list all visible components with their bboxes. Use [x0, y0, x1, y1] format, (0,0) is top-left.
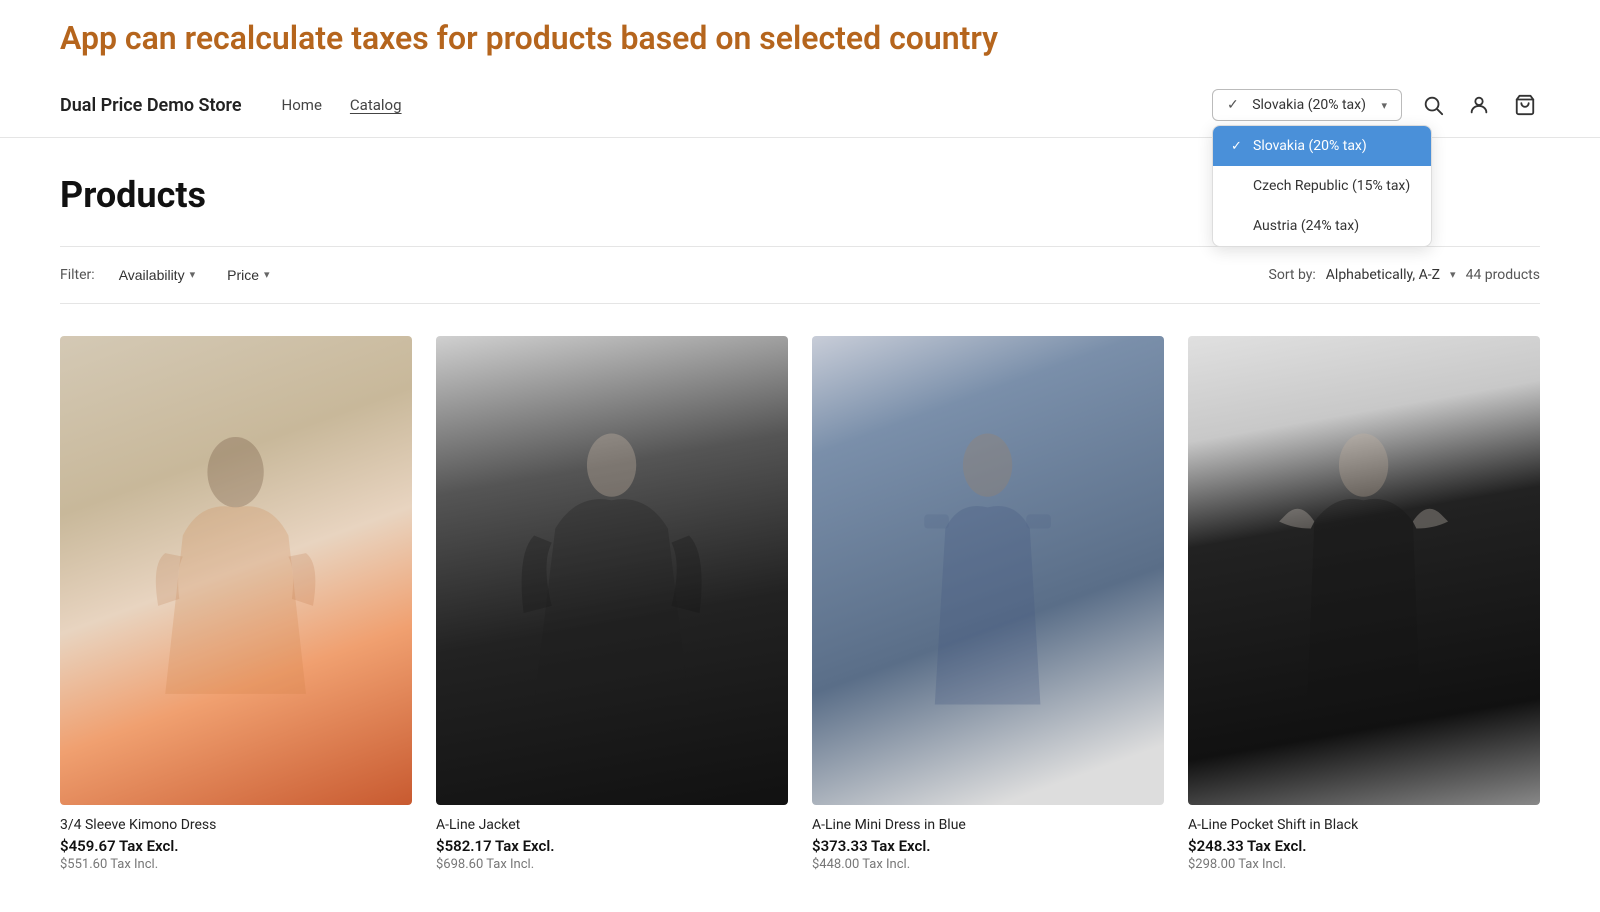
product-grid: 3/4 Sleeve Kimono Dress $459.67 Tax Excl… [60, 336, 1540, 872]
sort-select[interactable]: Alphabetically, A-Z ▾ [1326, 267, 1456, 283]
price-label: Price [227, 267, 259, 283]
product-name-1: A-Line Jacket [436, 817, 788, 833]
check-icon-empty [1231, 179, 1245, 194]
search-button[interactable] [1418, 90, 1448, 120]
product-price-incl-2: $448.00 Tax Incl. [812, 857, 1164, 872]
availability-chevron-icon: ▾ [190, 268, 196, 281]
selected-country: Slovakia (20% tax) [1252, 97, 1366, 113]
dropdown-label-czech: Czech Republic (15% tax) [1253, 178, 1410, 194]
sort-right: Sort by: Alphabetically, A-Z ▾ 44 produc… [1269, 267, 1540, 283]
nav-home[interactable]: Home [282, 96, 322, 114]
product-image-placeholder-3 [1188, 336, 1540, 805]
cart-icon [1514, 94, 1536, 116]
product-price-incl-3: $298.00 Tax Incl. [1188, 857, 1540, 872]
country-selector-wrapper: ✓ Slovakia (20% tax) ▾ ✓ Slovakia (20% t… [1212, 89, 1402, 121]
banner: App can recalculate taxes for products b… [0, 0, 1600, 74]
product-name-3: A-Line Pocket Shift in Black [1188, 817, 1540, 833]
product-name-0: 3/4 Sleeve Kimono Dress [60, 817, 412, 833]
availability-label: Availability [119, 267, 185, 283]
product-card-2[interactable]: A-Line Mini Dress in Blue $373.33 Tax Ex… [812, 336, 1164, 872]
filter-left: Filter: Availability ▾ Price ▾ [60, 263, 278, 287]
product-image-placeholder-1 [436, 336, 788, 805]
store-name[interactable]: Dual Price Demo Store [60, 95, 242, 116]
filter-label: Filter: [60, 267, 95, 283]
product-price-excl-3: $248.33 Tax Excl. [1188, 837, 1540, 855]
price-chevron-icon: ▾ [264, 268, 270, 281]
availability-filter[interactable]: Availability ▾ [111, 263, 203, 287]
dropdown-item-austria[interactable]: Austria (24% tax) [1213, 206, 1431, 246]
product-price-excl-2: $373.33 Tax Excl. [812, 837, 1164, 855]
product-image-placeholder-2 [812, 336, 1164, 805]
banner-text: App can recalculate taxes for products b… [60, 18, 1540, 60]
account-button[interactable] [1464, 90, 1494, 120]
dropdown-item-slovakia[interactable]: ✓ Slovakia (20% tax) [1213, 126, 1431, 166]
dropdown-label-slovakia: Slovakia (20% tax) [1253, 138, 1367, 154]
products-count: 44 products [1466, 267, 1540, 283]
dropdown-item-czech[interactable]: Czech Republic (15% tax) [1213, 166, 1431, 206]
sort-selected: Alphabetically, A-Z [1326, 267, 1440, 283]
product-card-0[interactable]: 3/4 Sleeve Kimono Dress $459.67 Tax Excl… [60, 336, 412, 872]
dropdown-label-austria: Austria (24% tax) [1253, 218, 1359, 234]
product-price-incl-1: $698.60 Tax Incl. [436, 857, 788, 872]
checkmark-icon: ✓ [1227, 97, 1239, 113]
sort-label: Sort by: [1269, 267, 1316, 283]
header: Dual Price Demo Store Home Catalog ✓ Slo… [0, 74, 1600, 138]
main-content: Products Filter: Availability ▾ Price ▾ … [0, 138, 1600, 912]
product-image-0 [60, 336, 412, 805]
product-image-placeholder-0 [60, 336, 412, 805]
price-filter[interactable]: Price ▾ [219, 263, 277, 287]
product-card-3[interactable]: A-Line Pocket Shift in Black $248.33 Tax… [1188, 336, 1540, 872]
product-price-incl-0: $551.60 Tax Incl. [60, 857, 412, 872]
product-price-excl-1: $582.17 Tax Excl. [436, 837, 788, 855]
country-dropdown[interactable]: ✓ Slovakia (20% tax) Czech Republic (15%… [1212, 125, 1432, 247]
nav: Home Catalog [282, 96, 1212, 114]
nav-catalog[interactable]: Catalog [350, 96, 402, 114]
search-icon [1422, 94, 1444, 116]
account-icon [1468, 94, 1490, 116]
header-actions: ✓ Slovakia (20% tax) ▾ ✓ Slovakia (20% t… [1212, 89, 1540, 121]
sort-chevron-icon: ▾ [1450, 268, 1456, 281]
product-image-1 [436, 336, 788, 805]
product-image-3 [1188, 336, 1540, 805]
product-name-2: A-Line Mini Dress in Blue [812, 817, 1164, 833]
product-card-1[interactable]: A-Line Jacket $582.17 Tax Excl. $698.60 … [436, 336, 788, 872]
filter-bar: Filter: Availability ▾ Price ▾ Sort by: … [60, 246, 1540, 304]
check-icon: ✓ [1231, 139, 1245, 154]
chevron-down-icon: ▾ [1381, 99, 1387, 112]
product-image-2 [812, 336, 1164, 805]
cart-button[interactable] [1510, 90, 1540, 120]
check-icon-empty2 [1231, 219, 1245, 234]
country-selector[interactable]: ✓ Slovakia (20% tax) ▾ [1212, 89, 1402, 121]
product-price-excl-0: $459.67 Tax Excl. [60, 837, 412, 855]
